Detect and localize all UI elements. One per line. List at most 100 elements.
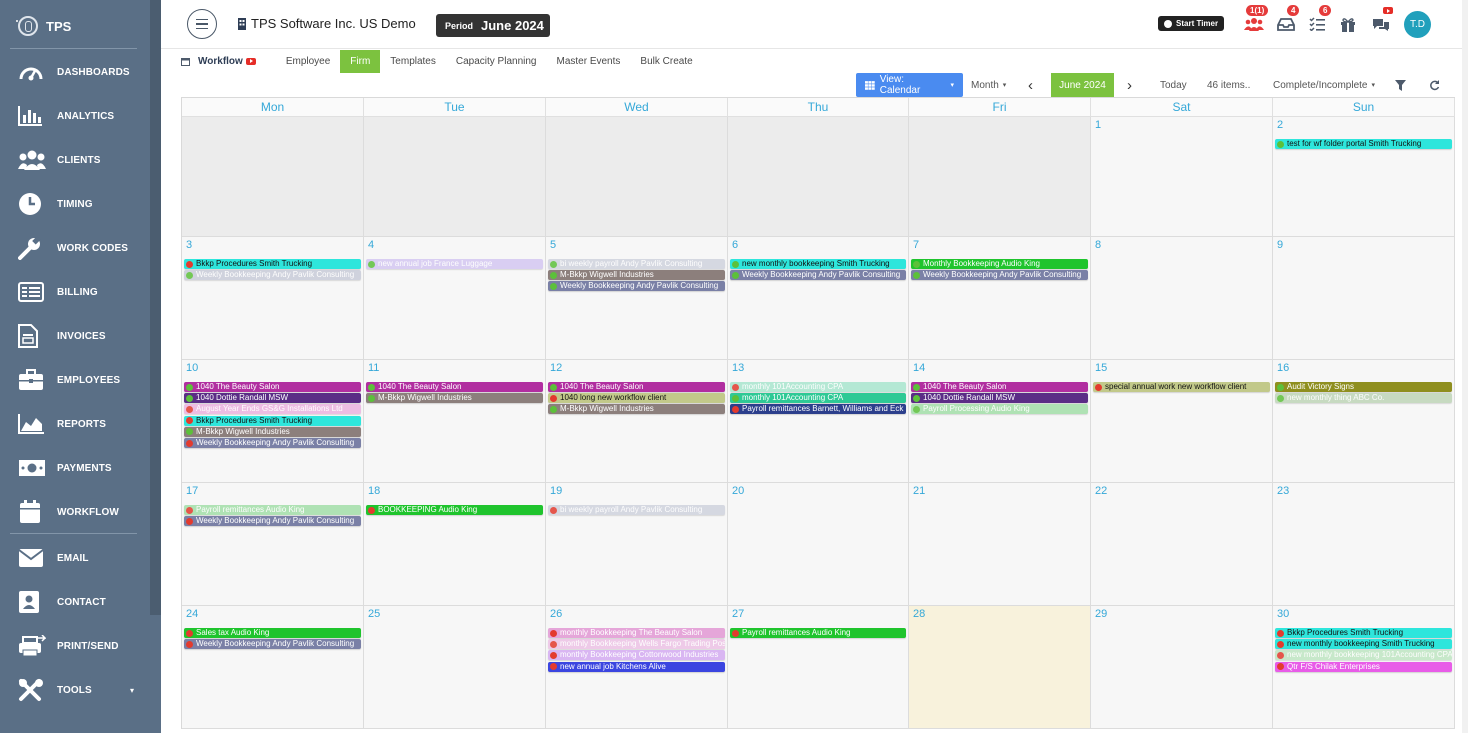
day-number[interactable]: 4: [368, 239, 374, 251]
calendar-day-cell[interactable]: 24 Sales tax Audio King Weekly Bookkeeping…: [182, 606, 364, 729]
calendar-day-cell[interactable]: 8: [1091, 237, 1273, 360]
page-scrollbar[interactable]: [1462, 0, 1468, 733]
calendar-day-cell[interactable]: 6 new monthly bookkeeping Smith Trucking W…: [728, 237, 909, 360]
day-number[interactable]: 27: [732, 608, 744, 620]
tab-master-events[interactable]: Master Events: [546, 50, 630, 73]
calendar-day-cell[interactable]: 27 Payroll remittances Audio King: [728, 606, 909, 729]
tab-templates[interactable]: Templates: [380, 50, 446, 73]
calendar-day-cell[interactable]: 28: [909, 606, 1091, 729]
calendar-day-cell[interactable]: 7 Monthly Bookkeeping Audio King Weekly Bo…: [909, 237, 1091, 360]
calendar-event[interactable]: new annual job Kitchens Alive: [548, 661, 725, 672]
sidebar-scrollbar[interactable]: [150, 0, 161, 615]
calendar-event[interactable]: M-Bkkp Wigwell Industries: [184, 426, 361, 437]
calendar-event[interactable]: Bkkp Procedures Smith Trucking: [1275, 628, 1452, 638]
calendar-day-cell[interactable]: 25: [364, 606, 546, 729]
calendar-event[interactable]: monthly 101Accounting CPA: [730, 393, 906, 404]
calendar-event[interactable]: Bkkp Procedures Smith Trucking: [184, 415, 361, 426]
sidebar-item-tools[interactable]: TOOLS ▾: [18, 675, 146, 705]
tab-capacity-planning[interactable]: Capacity Planning: [446, 50, 547, 73]
calendar-day-cell[interactable]: 2 test for wf folder portal Smith Truckin…: [1273, 117, 1455, 237]
calendar-day-cell[interactable]: 14 1040 The Beauty Salon 1040 Dottie Randa…: [909, 360, 1091, 483]
day-number[interactable]: 12: [550, 362, 562, 374]
sidebar-item-payments[interactable]: PAYMENTS: [18, 453, 146, 483]
calendar-event[interactable]: special annual work new workflow client: [1093, 382, 1270, 392]
calendar-event[interactable]: monthly Bookkeeping The Beauty Salon: [548, 628, 725, 638]
sidebar-item-print-send[interactable]: PRINT/SEND: [18, 631, 146, 661]
calendar-event[interactable]: Weekly Bookkeeping Andy Pavlik Consultin…: [184, 639, 361, 650]
calendar-day-cell[interactable]: [546, 117, 728, 237]
calendar-day-cell[interactable]: 22: [1091, 483, 1273, 606]
sidebar-item-work-codes[interactable]: WORK CODES: [18, 233, 146, 263]
calendar-day-cell[interactable]: 9: [1273, 237, 1455, 360]
day-number[interactable]: 18: [368, 485, 380, 497]
tab-workflow[interactable]: Workflow: [181, 50, 266, 73]
calendar-event[interactable]: 1040 The Beauty Salon: [366, 382, 543, 392]
day-number[interactable]: 10: [186, 362, 198, 374]
day-number[interactable]: 9: [1277, 239, 1283, 251]
calendar-event[interactable]: Weekly Bookkeeping Andy Pavlik Consultin…: [184, 270, 361, 281]
sidebar-item-employees[interactable]: EMPLOYEES: [18, 365, 146, 395]
sidebar-item-contact[interactable]: CONTACT: [18, 587, 146, 617]
sidebar-item-email[interactable]: EMAIL: [18, 543, 146, 573]
calendar-event[interactable]: Monthly Bookkeeping Audio King: [911, 259, 1088, 269]
calendar-event[interactable]: 1040 The Beauty Salon: [184, 382, 361, 392]
calendar-day-cell[interactable]: [364, 117, 546, 237]
day-number[interactable]: 14: [913, 362, 925, 374]
calendar-event[interactable]: Weekly Bookkeeping Andy Pavlik Consultin…: [548, 281, 725, 292]
month-mode-dropdown[interactable]: Month ▾: [971, 73, 1006, 97]
calendar-event[interactable]: bi weekly payroll Andy Pavlik Consulting: [548, 259, 725, 269]
calendar-day-cell[interactable]: 3 Bkkp Procedures Smith Trucking Weekly Bo…: [182, 237, 364, 360]
team-button[interactable]: 1(1): [1243, 5, 1269, 34]
next-month-button[interactable]: ›: [1127, 73, 1132, 97]
chat-button[interactable]: [1370, 7, 1393, 34]
calendar-day-cell[interactable]: [909, 117, 1091, 237]
calendar-event[interactable]: August Year Ends GS&G Installations Ltd: [184, 404, 361, 415]
calendar-event[interactable]: 1040 Dottie Randall MSW: [911, 393, 1088, 404]
calendar-day-cell[interactable]: 15 special annual work new workflow clien…: [1091, 360, 1273, 483]
filter-button[interactable]: [1395, 73, 1406, 97]
calendar-event[interactable]: 1040 The Beauty Salon: [911, 382, 1088, 392]
calendar-event[interactable]: Payroll remittances Barnett, Williams an…: [730, 404, 906, 415]
day-number[interactable]: 7: [913, 239, 919, 251]
calendar-event[interactable]: Payroll remittances Audio King: [184, 505, 361, 515]
calendar-day-cell[interactable]: 29: [1091, 606, 1273, 729]
tab-firm[interactable]: Firm: [340, 49, 381, 73]
calendar-event[interactable]: 1040 long new workflow client: [548, 393, 725, 404]
calendar-day-cell[interactable]: 11 1040 The Beauty Salon M-Bkkp Wigwell In…: [364, 360, 546, 483]
current-month-button[interactable]: June 2024: [1051, 73, 1114, 97]
sidebar-item-invoices[interactable]: INVOICES: [18, 321, 146, 351]
calendar-day-cell[interactable]: 5 bi weekly payroll Andy Pavlik Consultin…: [546, 237, 728, 360]
calendar-event[interactable]: Weekly Bookkeeping Andy Pavlik Consultin…: [730, 270, 906, 281]
calendar-day-cell[interactable]: 19 bi weekly payroll Andy Pavlik Consulti…: [546, 483, 728, 606]
sidebar-item-dashboards[interactable]: DASHBOARDS: [18, 57, 146, 87]
day-number[interactable]: 2: [1277, 119, 1283, 131]
calendar-event[interactable]: new monthly bookkeeping 101Accounting CP…: [1275, 650, 1452, 661]
period-selector[interactable]: Period June 2024: [436, 14, 550, 37]
day-number[interactable]: 20: [732, 485, 744, 497]
day-number[interactable]: 25: [368, 608, 380, 620]
day-number[interactable]: 6: [732, 239, 738, 251]
calendar-day-cell[interactable]: 4 new annual job France Luggage: [364, 237, 546, 360]
day-number[interactable]: 15: [1095, 362, 1107, 374]
day-number[interactable]: 23: [1277, 485, 1289, 497]
user-avatar[interactable]: T.D: [1404, 11, 1431, 38]
calendar-event[interactable]: Sales tax Audio King: [184, 628, 361, 638]
calendar-event[interactable]: Payroll Processing Audio King: [911, 404, 1088, 415]
tasks-button[interactable]: 6: [1306, 5, 1332, 34]
calendar-day-cell[interactable]: [182, 117, 364, 237]
youtube-icon[interactable]: [245, 57, 256, 65]
view-calendar-dropdown[interactable]: View: Calendar ▾: [856, 73, 963, 97]
calendar-event[interactable]: 1040 Dottie Randall MSW: [184, 393, 361, 404]
day-number[interactable]: 1: [1095, 119, 1101, 131]
calendar-event[interactable]: monthly Bookkeeping Cottonwood Industrie…: [548, 650, 725, 661]
calendar-day-cell[interactable]: 20: [728, 483, 909, 606]
calendar-day-cell[interactable]: [728, 117, 909, 237]
calendar-day-cell[interactable]: 17 Payroll remittances Audio King Weekly B…: [182, 483, 364, 606]
calendar-event[interactable]: BOOKKEEPING Audio King: [366, 505, 543, 515]
today-button[interactable]: Today: [1160, 73, 1187, 97]
calendar-event[interactable]: test for wf folder portal Smith Trucking: [1275, 139, 1452, 149]
calendar-event[interactable]: new monthly bookkeeping Smith Trucking: [1275, 639, 1452, 650]
calendar-day-cell[interactable]: 1: [1091, 117, 1273, 237]
day-number[interactable]: 30: [1277, 608, 1289, 620]
refresh-button[interactable]: [1429, 73, 1440, 97]
